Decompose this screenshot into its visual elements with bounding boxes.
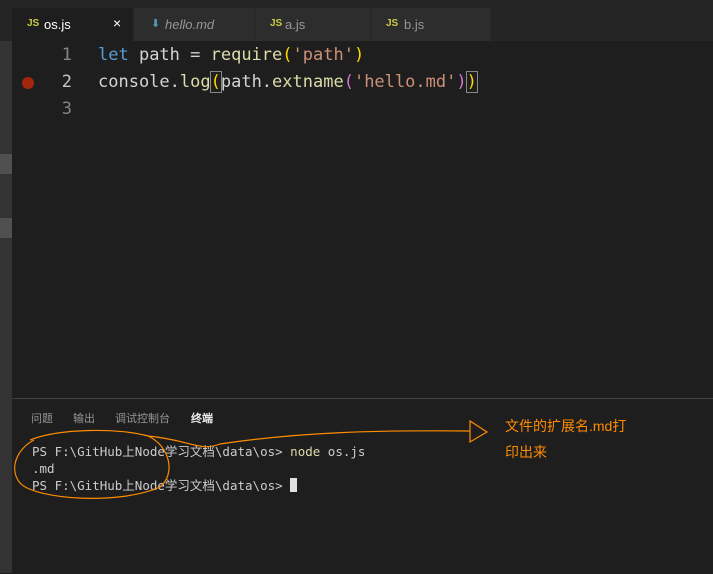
code-editor[interactable]: 1 let path = require('path') 2 console.l…	[12, 41, 713, 398]
activity-bar-marker	[0, 154, 12, 174]
annotation-line: 印出来	[505, 444, 547, 460]
annotation-text: 文件的扩展名.md打 印出来	[505, 413, 626, 465]
js-file-icon: JS	[270, 18, 283, 29]
tab-debug-console[interactable]: 调试控制台	[115, 410, 170, 426]
close-icon[interactable]: ×	[113, 15, 121, 31]
code-line-current: 2 console.log(path.extname('hello.md'))	[12, 69, 713, 96]
tab-label: hello.md	[165, 17, 215, 32]
terminal-argument: os.js	[320, 444, 366, 459]
tab-label: b.js	[404, 17, 425, 32]
code-line: 3	[12, 96, 713, 123]
token-text: path =	[128, 45, 211, 65]
code-text: console.log(path.extname('hello.md'))	[98, 69, 478, 96]
terminal-cursor	[290, 478, 298, 492]
code-line: 1 let path = require('path')	[12, 42, 713, 69]
token-keyword: let	[98, 45, 129, 65]
editor-tab-bar: JS os.js × ⬇ hello.md JS a.js JS b.js	[0, 0, 713, 41]
token-bracket: )	[456, 72, 467, 92]
tab-a-js[interactable]: JS a.js	[255, 8, 370, 41]
code-text: let path = require('path')	[98, 42, 364, 69]
terminal-output: .md	[32, 461, 55, 476]
token-string: 'path'	[292, 45, 354, 65]
token-function: extname	[272, 72, 344, 92]
token-text: console.	[98, 72, 180, 92]
token-string: 'hello.md'	[353, 72, 457, 92]
token-bracket: )	[465, 71, 478, 93]
token-bracket: (	[343, 72, 354, 92]
tab-hello-md[interactable]: ⬇ hello.md	[134, 8, 254, 41]
tab-problems[interactable]: 问题	[31, 410, 53, 426]
tab-terminal[interactable]: 终端	[191, 410, 213, 426]
js-file-icon: JS	[27, 18, 40, 29]
tab-os-js[interactable]: JS os.js ×	[12, 8, 133, 41]
js-file-icon: JS	[386, 18, 399, 29]
annotation-line: 文件的扩展名.md打	[505, 418, 627, 434]
token-function: require	[210, 45, 283, 65]
tab-label: a.js	[285, 17, 306, 32]
token-bracket: (	[282, 45, 293, 65]
terminal-command: node	[290, 444, 321, 459]
markdown-file-icon: ⬇	[151, 18, 161, 30]
terminal-line[interactable]: PS F:\GitHub上Node学习文档\data\os>	[32, 477, 298, 494]
token-bracket: )	[353, 45, 365, 65]
tab-b-js[interactable]: JS b.js	[371, 8, 491, 41]
terminal-prompt: PS F:\GitHub上Node学习文档\data\os>	[32, 444, 291, 459]
tab-label: os.js	[44, 17, 71, 32]
activity-bar	[0, 41, 12, 573]
activity-bar-marker	[0, 218, 12, 238]
token-bracket: (	[209, 71, 222, 93]
token-text: path.	[220, 72, 273, 92]
line-number: 1	[61, 45, 72, 65]
line-number: 2	[61, 72, 72, 92]
token-function: log	[179, 72, 211, 92]
terminal-line: PS F:\GitHub上Node学习文档\data\os> node os.j…	[32, 443, 365, 460]
terminal-prompt: PS F:\GitHub上Node学习文档\data\os>	[32, 478, 291, 493]
tab-output[interactable]: 输出	[73, 410, 95, 426]
line-number: 3	[61, 99, 72, 119]
